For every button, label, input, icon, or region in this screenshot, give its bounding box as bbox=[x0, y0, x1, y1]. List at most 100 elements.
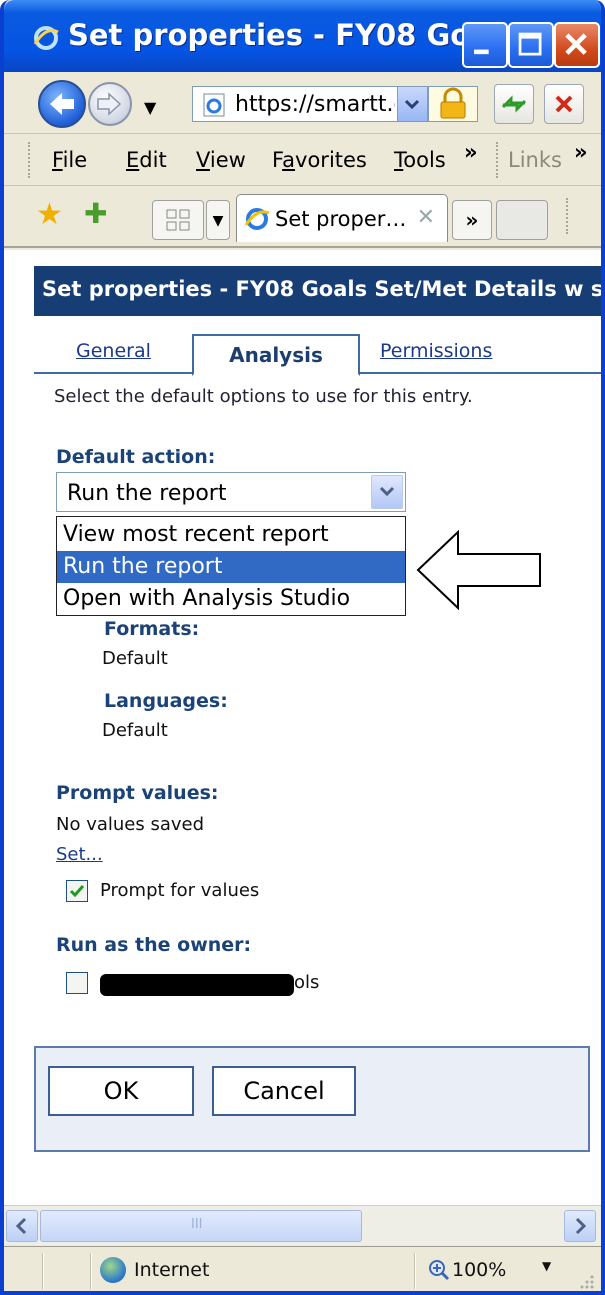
forward-arrow-icon bbox=[97, 92, 122, 116]
navigation-bar: ▼ https://smartt.c bbox=[4, 72, 601, 134]
stop-button[interactable] bbox=[544, 84, 584, 124]
cancel-button[interactable]: Cancel bbox=[212, 1066, 356, 1116]
zoom-dropdown-icon[interactable]: ▼ bbox=[542, 1259, 551, 1273]
security-zone-text[interactable]: Internet bbox=[134, 1259, 209, 1281]
refresh-icon bbox=[501, 95, 527, 113]
more-tabs-button[interactable]: » bbox=[452, 200, 492, 240]
option-view-most-recent-report[interactable]: View most recent report bbox=[57, 519, 405, 551]
favorites-star-icon[interactable]: ★ bbox=[36, 200, 63, 230]
option-run-the-report[interactable]: Run the report bbox=[57, 551, 405, 583]
default-action-dropdown-button[interactable] bbox=[371, 475, 403, 509]
maximize-icon bbox=[518, 32, 542, 56]
status-divider bbox=[414, 1253, 416, 1289]
menu-favorites[interactable]: Favorites bbox=[272, 148, 367, 172]
default-action-label: Default action: bbox=[56, 446, 216, 468]
tab-permissions[interactable]: Permissions bbox=[380, 340, 492, 362]
run-as-owner-option-text: ols bbox=[294, 972, 320, 993]
tab-list-dropdown-icon[interactable]: ▼ bbox=[206, 200, 230, 240]
back-arrow-icon bbox=[50, 93, 74, 115]
address-bar[interactable]: https://smartt.c bbox=[192, 86, 428, 122]
new-tab-button[interactable] bbox=[496, 200, 548, 240]
default-action-select[interactable]: Run the report bbox=[56, 472, 406, 512]
formats-value: Default bbox=[102, 648, 168, 669]
set-prompt-values-link[interactable]: Set... bbox=[56, 844, 103, 865]
tab-analysis[interactable]: Analysis bbox=[192, 334, 360, 376]
menu-bar: File Edit View Favorites Tools » Links » bbox=[4, 134, 601, 186]
forward-button[interactable] bbox=[88, 82, 132, 126]
prompt-values-status: No values saved bbox=[56, 814, 205, 835]
lock-icon bbox=[440, 87, 466, 119]
prompt-for-values-label: Prompt for values bbox=[100, 880, 260, 901]
run-as-owner-checkbox[interactable] bbox=[66, 972, 88, 994]
menu-edit[interactable]: Edit bbox=[126, 148, 167, 172]
status-divider bbox=[42, 1253, 44, 1289]
ie-logo-icon bbox=[33, 26, 59, 50]
back-button[interactable] bbox=[38, 80, 86, 128]
page-title: Set properties - FY08 Goals Set/Met Deta… bbox=[42, 277, 605, 301]
scroll-left-button[interactable] bbox=[6, 1210, 38, 1242]
run-as-owner-label: Run as the owner: bbox=[56, 934, 252, 956]
add-favorite-icon[interactable]: ✚ bbox=[84, 200, 107, 228]
menu-view[interactable]: View bbox=[196, 148, 246, 172]
browser-window: Set properties - FY08 Goals ... ▼ https:… bbox=[0, 0, 605, 1295]
quick-tabs-button[interactable] bbox=[152, 200, 204, 240]
prompt-values-label: Prompt values: bbox=[56, 782, 219, 804]
minimize-button[interactable] bbox=[462, 22, 508, 68]
refresh-button[interactable] bbox=[494, 84, 534, 124]
default-action-option-list: View most recent report Run the report O… bbox=[56, 516, 406, 616]
formats-label: Formats: bbox=[104, 618, 200, 640]
option-open-with-analysis-studio[interactable]: Open with Analysis Studio bbox=[57, 583, 405, 615]
quick-tabs-icon bbox=[166, 209, 190, 231]
chevron-left-icon bbox=[15, 1217, 27, 1235]
maximize-button[interactable] bbox=[508, 22, 554, 68]
page-icon bbox=[203, 93, 225, 117]
close-button[interactable] bbox=[554, 22, 600, 68]
languages-value: Default bbox=[102, 720, 168, 741]
dialog-button-panel: OK Cancel bbox=[34, 1046, 590, 1152]
chevron-down-icon bbox=[404, 99, 420, 110]
minimize-icon bbox=[474, 49, 489, 55]
ok-button[interactable]: OK bbox=[48, 1066, 194, 1116]
languages-label: Languages: bbox=[104, 690, 228, 712]
horizontal-scrollbar[interactable]: III bbox=[4, 1205, 601, 1245]
tab-close-icon[interactable]: ✕ bbox=[417, 205, 435, 230]
title-bar[interactable]: Set properties - FY08 Goals ... bbox=[4, 0, 601, 72]
chevron-down-icon bbox=[379, 486, 395, 497]
browser-tab-active[interactable]: Set proper… ✕ bbox=[236, 194, 448, 242]
zoom-icon bbox=[429, 1260, 450, 1281]
security-lock-button[interactable] bbox=[428, 86, 478, 122]
menu-file[interactable]: File bbox=[52, 148, 87, 172]
menu-tools[interactable]: Tools bbox=[394, 148, 446, 172]
checkmark-icon bbox=[69, 885, 85, 898]
prompt-for-values-checkbox[interactable] bbox=[66, 880, 88, 902]
resize-grip-icon[interactable] bbox=[576, 1271, 596, 1291]
chevron-right-icon bbox=[575, 1217, 587, 1235]
links-toolbar[interactable]: Links bbox=[508, 148, 562, 172]
toolbar-grip[interactable] bbox=[28, 142, 32, 178]
close-icon bbox=[565, 33, 587, 55]
default-action-value: Run the report bbox=[67, 481, 227, 506]
status-bar: Internet 100% ▼ bbox=[4, 1246, 601, 1291]
status-divider bbox=[90, 1253, 92, 1289]
page-header-band: Set properties - FY08 Goals Set/Met Deta… bbox=[34, 266, 601, 316]
zoom-level[interactable]: 100% bbox=[452, 1259, 506, 1281]
scroll-thumb-grip: III bbox=[191, 1217, 203, 1232]
tab-title: Set proper… bbox=[275, 207, 407, 231]
redaction-bar bbox=[100, 974, 294, 996]
instructions-text: Select the default options to use for th… bbox=[54, 386, 473, 407]
recent-pages-dropdown-icon[interactable]: ▼ bbox=[144, 98, 156, 117]
page-content: Set properties - FY08 Goals Set/Met Deta… bbox=[4, 250, 601, 1205]
address-url: https://smartt.c bbox=[235, 92, 395, 117]
internet-globe-icon bbox=[100, 1257, 126, 1283]
links-more-chevron[interactable]: » bbox=[574, 140, 588, 164]
scroll-right-button[interactable] bbox=[564, 1210, 596, 1242]
menu-more-chevron[interactable]: » bbox=[464, 140, 478, 164]
links-grip[interactable] bbox=[496, 142, 500, 178]
tab-bar-grip[interactable] bbox=[566, 198, 570, 234]
tab-general[interactable]: General bbox=[76, 340, 151, 362]
ie-page-icon bbox=[244, 208, 270, 230]
address-dropdown-button[interactable] bbox=[397, 87, 427, 121]
stop-icon bbox=[555, 95, 573, 113]
annotation-arrow-icon bbox=[416, 530, 541, 610]
scroll-thumb[interactable]: III bbox=[40, 1210, 362, 1242]
